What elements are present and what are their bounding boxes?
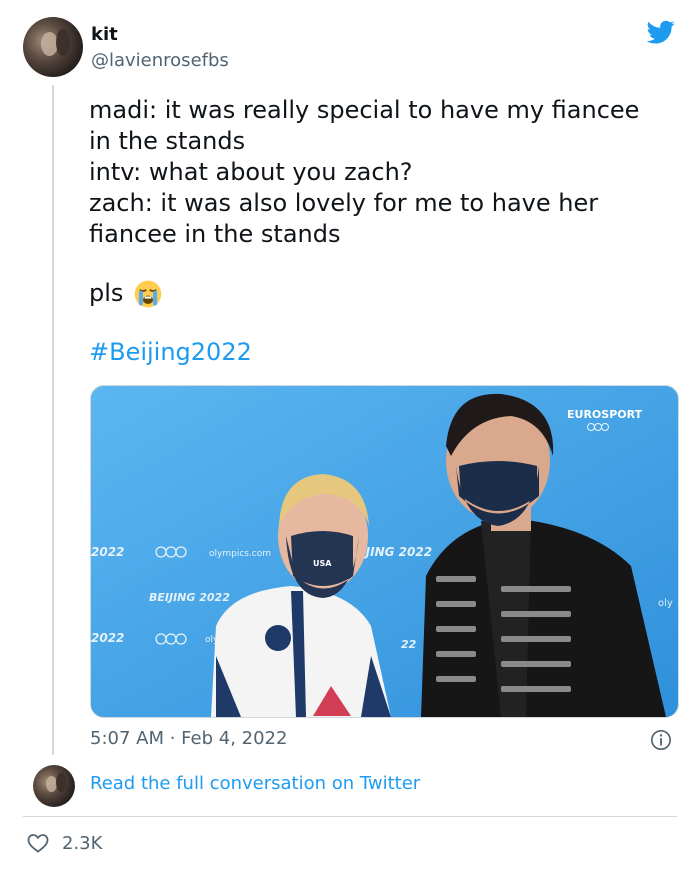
backdrop-text-1: 2022 [91, 545, 124, 559]
thread-line [52, 85, 54, 755]
author-handle[interactable]: @lavienrosefbs [91, 50, 229, 71]
mask-text: USA [313, 559, 332, 568]
hashtag-link[interactable]: #Beijing2022 [89, 338, 252, 366]
media-scene: 2022 olympics.com BEIJING 2022 EIJING 20… [91, 386, 678, 717]
twitter-bird-icon[interactable] [645, 18, 677, 46]
author-name[interactable]: kit [91, 24, 118, 45]
heart-icon[interactable] [26, 831, 50, 855]
footer-divider [23, 816, 677, 817]
loudly-crying-face-emoji-icon [135, 280, 162, 307]
eurosport-logo: EUROSPORT [567, 408, 643, 421]
read-conversation-link[interactable]: Read the full conversation on Twitter [90, 773, 420, 794]
tweet-text: madi: it was really special to have my f… [89, 96, 640, 248]
backdrop-text-7: 22 [401, 638, 417, 651]
author-avatar-small[interactable] [33, 765, 75, 807]
tweet-timestamp[interactable]: 5:07 AM · Feb 4, 2022 [90, 728, 287, 749]
backdrop-text-5: 2022 [91, 631, 124, 645]
tweet-closing-line: pls [89, 278, 163, 309]
tweet-closing-text: pls [89, 279, 124, 307]
tweet-media-image[interactable]: 2022 olympics.com BEIJING 2022 EIJING 20… [90, 385, 679, 718]
backdrop-text-3: BEIJING 2022 [149, 591, 230, 604]
backdrop-text-6: oly [658, 598, 673, 609]
author-avatar[interactable] [23, 17, 83, 77]
backdrop-text-2: olympics.com [209, 549, 271, 559]
info-icon[interactable] [650, 729, 672, 751]
like-count: 2.3K [62, 833, 103, 854]
